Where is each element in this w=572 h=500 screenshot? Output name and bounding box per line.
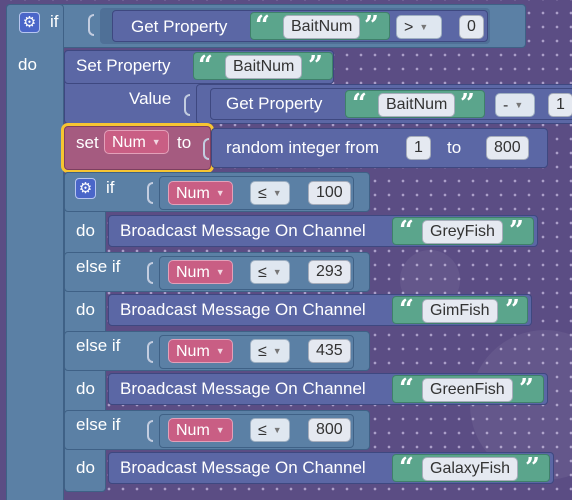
outer-if-label: if: [50, 12, 59, 31]
value-label: Value: [129, 89, 172, 108]
open-quote-icon: “: [399, 295, 414, 325]
do-label: do: [76, 458, 95, 477]
variable-name: Num: [176, 422, 210, 439]
dropdown-caret-icon: ▼: [215, 425, 225, 435]
number-field[interactable]: 435: [308, 339, 351, 363]
else-if-label: else if: [76, 415, 121, 434]
dropdown-caret-icon: ▼: [419, 22, 429, 32]
outer-do-label: do: [18, 55, 37, 74]
close-quote-icon: ”: [364, 11, 379, 41]
do-label: do: [76, 379, 95, 398]
dropdown-caret-icon: ▼: [272, 346, 282, 356]
dropdown-caret-icon: ▼: [514, 100, 524, 110]
input-connector: [147, 182, 153, 204]
channel-field[interactable]: GimFish: [422, 299, 498, 323]
property-name-field[interactable]: BaitNum: [283, 15, 361, 39]
broadcast-label: Broadcast Message On Channel: [120, 458, 366, 477]
outer-if-spine[interactable]: [6, 4, 64, 500]
channel-field[interactable]: GreenFish: [422, 378, 513, 402]
gear-icon[interactable]: ⚙: [19, 12, 40, 33]
set-label: set: [76, 133, 99, 152]
operator-dropdown[interactable]: > ▼: [396, 15, 442, 39]
else-if-label: else if: [76, 336, 121, 355]
channel-field[interactable]: GreyFish: [422, 220, 503, 244]
open-quote-icon: “: [198, 51, 213, 81]
dropdown-caret-icon: ▼: [215, 346, 225, 356]
operator-dropdown[interactable]: ≤ ▼: [250, 181, 290, 205]
to-label: to: [177, 133, 192, 152]
channel-field[interactable]: GalaxyFish: [422, 457, 519, 481]
operator-dropdown[interactable]: ≤ ▼: [250, 339, 290, 363]
math-operator-dropdown[interactable]: - ▼: [495, 93, 535, 117]
input-connector: [203, 138, 209, 160]
set-property-label: Set Property: [76, 56, 171, 75]
property-name-field[interactable]: BaitNum: [225, 55, 303, 79]
number-field[interactable]: 293: [308, 260, 351, 284]
gear-icon[interactable]: ⚙: [75, 178, 96, 199]
operator-dropdown[interactable]: ≤ ▼: [250, 418, 290, 442]
do-label: do: [76, 221, 95, 240]
variable-dropdown[interactable]: Num ▼: [168, 260, 233, 284]
close-quote-icon: ”: [519, 374, 534, 404]
number-field[interactable]: 100: [308, 181, 351, 205]
operator-value: ≤: [258, 422, 267, 439]
do-label: do: [76, 300, 95, 319]
number-field[interactable]: 1: [548, 93, 572, 117]
variable-name: Num: [176, 185, 210, 202]
dropdown-caret-icon: ▼: [215, 188, 225, 198]
close-quote-icon: ”: [460, 89, 475, 119]
variable-name: Num: [112, 134, 146, 151]
operator-value: ≤: [258, 264, 267, 281]
open-quote-icon: “: [399, 374, 414, 404]
variable-dropdown[interactable]: Num ▼: [168, 339, 233, 363]
number-field[interactable]: 800: [308, 418, 351, 442]
math-operator-value: -: [503, 97, 509, 114]
property-name-field[interactable]: BaitNum: [378, 93, 456, 117]
variable-name: Num: [176, 343, 210, 360]
dropdown-caret-icon: ▼: [272, 267, 282, 277]
input-connector: [147, 420, 153, 442]
operator-dropdown[interactable]: ≤ ▼: [250, 260, 290, 284]
operator-value: >: [404, 19, 414, 36]
broadcast-label: Broadcast Message On Channel: [120, 379, 366, 398]
input-connector: [147, 262, 153, 284]
close-quote-icon: ”: [509, 216, 524, 246]
open-quote-icon: “: [255, 11, 270, 41]
open-quote-icon: “: [399, 216, 414, 246]
input-connector: [88, 14, 94, 36]
get-property-label: Get Property: [226, 94, 323, 113]
operator-value: ≤: [258, 185, 267, 202]
close-quote-icon: ”: [505, 295, 520, 325]
broadcast-label: Broadcast Message On Channel: [120, 300, 366, 319]
variable-dropdown[interactable]: Num ▼: [104, 130, 169, 154]
to-label: to: [447, 138, 462, 157]
number-field[interactable]: 800: [486, 136, 529, 160]
close-quote-icon: ”: [308, 51, 323, 81]
variable-dropdown[interactable]: Num ▼: [168, 181, 233, 205]
blockly-workspace[interactable]: ⚙ if do Get Property “ BaitNum ” > ▼ 0 Se…: [0, 0, 572, 500]
dropdown-caret-icon: ▼: [215, 267, 225, 277]
input-connector: [147, 341, 153, 363]
inner-if-label: if: [106, 178, 115, 197]
dropdown-caret-icon: ▼: [272, 188, 282, 198]
number-field[interactable]: 0: [459, 15, 484, 39]
input-connector: [184, 94, 190, 116]
else-if-label: else if: [76, 257, 121, 276]
variable-name: Num: [176, 264, 210, 281]
open-quote-icon: “: [399, 453, 414, 483]
dropdown-caret-icon: ▼: [151, 137, 161, 147]
number-field[interactable]: 1: [406, 136, 431, 160]
broadcast-label: Broadcast Message On Channel: [120, 221, 366, 240]
open-quote-icon: “: [352, 89, 367, 119]
variable-dropdown[interactable]: Num ▼: [168, 418, 233, 442]
operator-value: ≤: [258, 343, 267, 360]
random-integer-label: random integer from: [226, 138, 380, 157]
get-property-label: Get Property: [131, 17, 228, 36]
close-quote-icon: ”: [525, 453, 540, 483]
dropdown-caret-icon: ▼: [272, 425, 282, 435]
